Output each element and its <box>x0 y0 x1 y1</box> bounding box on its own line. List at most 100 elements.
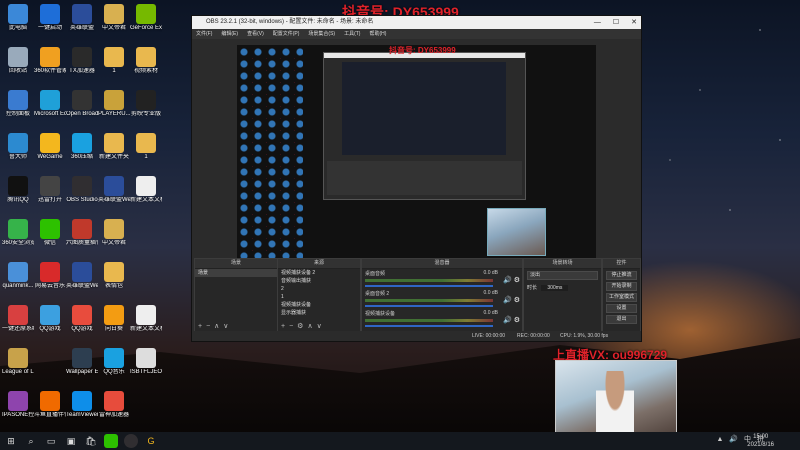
app-icon[interactable] <box>104 434 118 448</box>
menu-item[interactable]: 工具(T) <box>344 31 360 37</box>
source-item[interactable]: 2 <box>278 285 360 293</box>
obs-window[interactable]: OBS 23.2.1 (32-bit, windows) - 配置文件: 未命名… <box>191 15 642 342</box>
desktop-icon[interactable]: 六图质量插件组 <box>66 219 98 247</box>
desktop-icon[interactable]: Microsoft Edge <box>34 90 66 118</box>
desktop-icon[interactable]: 一键还原系统 <box>2 305 34 333</box>
desktop-icon[interactable]: 英雄联盟WeGame版 <box>98 176 130 204</box>
source-item[interactable]: 视频捕获设备 <box>278 301 360 309</box>
desktop-icon[interactable]: quanmink... <box>2 262 34 290</box>
control-button[interactable]: 退出 <box>606 315 637 324</box>
preview-desktop-icons <box>239 47 303 261</box>
desktop-icon[interactable]: ISBTFLJEO... <box>130 348 162 376</box>
desktop-icon[interactable]: 腾讯QQ <box>2 176 34 204</box>
minimize-icon[interactable]: — <box>594 16 601 29</box>
obs-taskbar-icon[interactable] <box>124 434 138 448</box>
menu-item[interactable]: 查看(V) <box>247 31 264 37</box>
desktop-icon[interactable]: GeForce Experience <box>130 4 162 32</box>
source-item[interactable]: 显示器捕获 <box>278 309 360 317</box>
control-button[interactable]: 工作室模式 <box>606 293 637 302</box>
desktop-icon[interactable]: 网易云音乐 <box>34 262 66 290</box>
desktop-icon[interactable]: Wallpaper Engine <box>66 348 98 376</box>
desktop-icon[interactable]: 一键启动 <box>34 4 66 32</box>
control-button[interactable]: 停止推流 <box>606 271 637 280</box>
clock[interactable]: 15:00 2021/8/16 <box>747 433 774 449</box>
desktop-icon[interactable]: 回收站 <box>2 47 34 75</box>
desktop-icon[interactable]: 1 <box>98 47 130 75</box>
transition-select[interactable]: 淡出 <box>527 271 598 280</box>
desktop-icon[interactable]: 剪映专业版 <box>130 90 162 118</box>
obs-preview[interactable]: 抖音号: DY653999 <box>237 45 596 264</box>
desktop-icon[interactable]: 视频素材 <box>130 47 162 75</box>
desktop-icon[interactable]: WeGame <box>34 133 66 161</box>
desktop-icon[interactable]: TX加速器 <box>66 47 98 75</box>
control-button[interactable]: 开始录制 <box>606 282 637 291</box>
scenes-dock-controls[interactable]: +−∧∨ <box>198 322 232 330</box>
desktop-icon-label: 一键启动 <box>37 25 62 31</box>
app-icon <box>136 133 156 153</box>
desktop-icon[interactable]: 中文帝君 <box>98 4 130 32</box>
desktop-icon[interactable]: 雷神加速器 <box>98 391 130 419</box>
gear-icon[interactable]: ⚙ <box>514 316 520 324</box>
store-icon[interactable]: 🛍 <box>84 434 98 448</box>
search-icon[interactable]: ⌕ <box>24 434 38 448</box>
desktop-icon[interactable]: QQ音乐 <box>98 348 130 376</box>
control-button[interactable]: 设置 <box>606 304 637 313</box>
gear-icon[interactable]: ⚙ <box>514 276 520 284</box>
desktop-icon-label: TX加速器 <box>69 68 95 74</box>
desktop-icon[interactable]: 新建文件夹 <box>98 133 130 161</box>
duration-input[interactable]: 300ms <box>541 285 569 291</box>
desktop-icon-label: 1 <box>144 154 148 160</box>
desktop-icon[interactable]: QQ游戏 <box>34 305 66 333</box>
desktop-icon-label: 剪映专业版 <box>130 111 161 117</box>
sources-dock-controls[interactable]: +−⚙∧∨ <box>281 322 326 330</box>
source-item[interactable]: 1 <box>278 293 360 301</box>
menu-item[interactable]: 编辑(E) <box>221 31 238 37</box>
menu-item[interactable]: 配置文件(P) <box>273 31 300 37</box>
volume-slider[interactable] <box>365 325 493 327</box>
desktop-icon[interactable]: 英雄联盟WeGame版 <box>66 262 98 290</box>
desktop-icon[interactable]: 360安全浏览器 <box>2 219 34 247</box>
volume-slider[interactable] <box>365 305 493 307</box>
desktop-icon[interactable]: 斗鱼直播伴侣 <box>34 391 66 419</box>
menu-item[interactable]: 文件(F) <box>196 31 212 37</box>
desktop-icon[interactable]: Open Broadcast... <box>66 90 98 118</box>
speaker-icon[interactable]: 🔊 <box>503 296 512 304</box>
desktop-icon[interactable]: TeamViewer <box>66 391 98 419</box>
desktop-icon[interactable]: 新建文本文档 (2) <box>130 305 162 333</box>
obs-titlebar[interactable]: OBS 23.2.1 (32-bit, windows) - 配置文件: 未命名… <box>192 16 641 29</box>
level-meter <box>365 319 493 322</box>
desktop-icon[interactable]: 360软件管家 <box>34 47 66 75</box>
desktop-icon[interactable]: 鲁大师 <box>2 133 34 161</box>
task-view-icon[interactable]: ▭ <box>44 434 58 448</box>
desktop-icon[interactable]: 此电脑 <box>2 4 34 32</box>
desktop-icon[interactable]: 控制面板 <box>2 90 34 118</box>
start-icon[interactable]: ⊞ <box>4 434 18 448</box>
source-item[interactable]: 音频输出捕获 <box>278 277 360 285</box>
gear-icon[interactable]: ⚙ <box>514 296 520 304</box>
speaker-icon[interactable]: 🔊 <box>503 276 512 284</box>
desktop-icon[interactable]: League of Legends <box>2 348 34 376</box>
desktop-icon[interactable]: 中文帝君 <box>98 219 130 247</box>
desktop-icon[interactable]: 英雄联盟 <box>66 4 98 32</box>
desktop-icon[interactable]: 表情包 <box>98 262 130 290</box>
wegame-taskbar-icon[interactable]: G <box>144 434 158 448</box>
desktop-icon[interactable]: 360压缩 <box>66 133 98 161</box>
source-item[interactable]: 视频捕获设备 2 <box>278 269 360 277</box>
desktop-icon[interactable]: 微信 <box>34 219 66 247</box>
desktop-icon[interactable]: 1 <box>130 133 162 161</box>
speaker-icon[interactable]: 🔊 <box>503 316 512 324</box>
desktop-icon[interactable]: IPASONE控制软件 <box>2 391 34 419</box>
close-icon[interactable]: ✕ <box>631 16 637 29</box>
desktop-icon[interactable]: OBS Studio <box>66 176 98 204</box>
maximize-icon[interactable]: ☐ <box>613 16 619 29</box>
desktop-icon[interactable]: PLAYERU... BATTLEGR... <box>98 90 130 118</box>
desktop-icon[interactable]: QQ游戏 <box>66 305 98 333</box>
menu-item[interactable]: 帮助(H) <box>369 31 386 37</box>
desktop-icon[interactable]: 新建文本文档 <box>130 176 162 204</box>
explorer-icon[interactable]: ▣ <box>64 434 78 448</box>
scene-item[interactable]: 场景 <box>195 269 277 277</box>
desktop-icon[interactable]: 向日葵 <box>98 305 130 333</box>
desktop-icon[interactable]: 迅雷打开 <box>34 176 66 204</box>
volume-slider[interactable] <box>365 285 493 287</box>
menu-item[interactable]: 场景集合(S) <box>308 31 335 37</box>
